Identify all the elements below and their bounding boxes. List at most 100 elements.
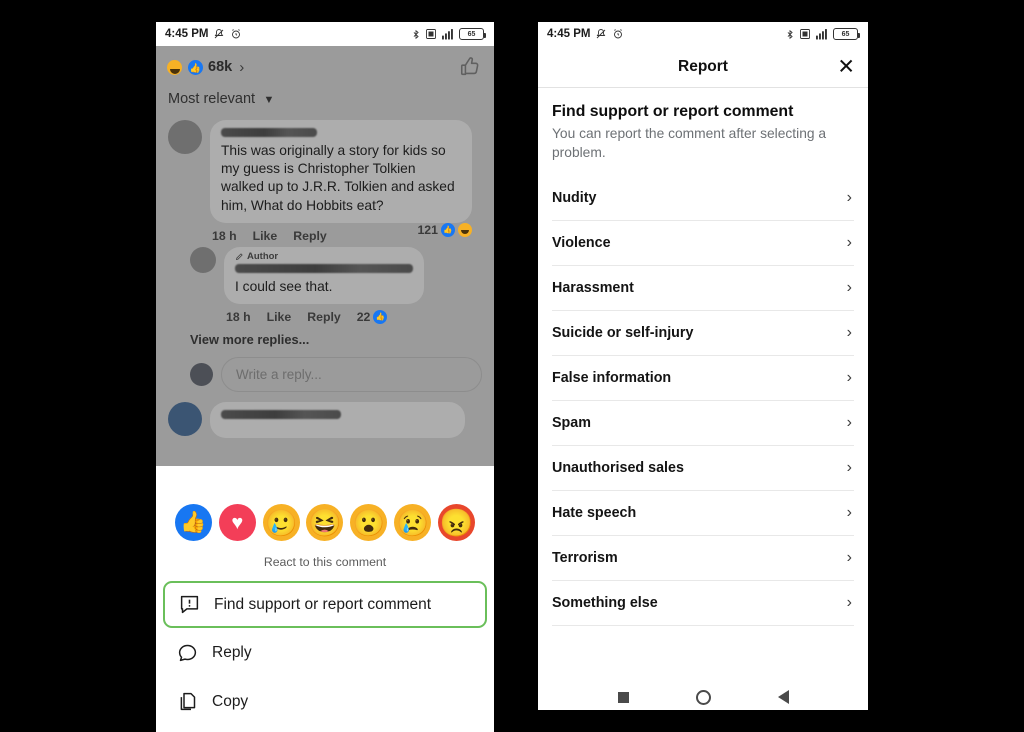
back-triangle-icon[interactable] (777, 690, 789, 704)
report-category-violence[interactable]: Violence › (552, 221, 854, 266)
status-time: 4:45 PM (547, 28, 591, 40)
chevron-right-icon: › (846, 189, 852, 206)
reaction-care-button[interactable] (262, 504, 300, 541)
battery-icon: 65 (459, 28, 486, 40)
reply-reply-button[interactable]: Reply (307, 310, 341, 324)
mute-icon (215, 29, 224, 39)
like-reaction-icon (373, 310, 388, 325)
redacted-author-name (221, 410, 341, 420)
avatar[interactable] (168, 120, 202, 154)
right-phone-screen: 4:45 PM 65 Report ✕ Find support or repo… (538, 22, 868, 710)
like-reaction-icon (187, 58, 204, 76)
close-icon[interactable]: ✕ (837, 56, 855, 77)
haha-reaction-icon (166, 58, 183, 76)
chevron-right-icon: › (846, 549, 852, 566)
battery-level: 65 (467, 30, 476, 38)
reaction-like-button[interactable] (175, 504, 212, 541)
category-label: Harassment (552, 280, 634, 296)
menu-item-hide-comment[interactable]: Hide comment (156, 726, 494, 732)
report-category-spam[interactable]: Spam › (552, 401, 854, 446)
reply-reaction-count-group[interactable]: 22 (357, 310, 388, 325)
chevron-right-icon: › (846, 414, 852, 431)
redacted-author-name (221, 128, 317, 137)
comment-like-button[interactable]: Like (253, 229, 278, 243)
report-header: Report ✕ (538, 46, 868, 88)
write-reply-input[interactable]: Write a reply... (221, 357, 482, 393)
thumbs-up-outline-icon[interactable] (459, 56, 481, 78)
status-time: 4:45 PM (165, 28, 209, 40)
reaction-wow-button[interactable] (350, 504, 388, 541)
avatar[interactable] (190, 246, 216, 273)
report-category-unauthorised-sales[interactable]: Unauthorised sales › (552, 446, 854, 491)
comment-timestamp: 18 h (212, 228, 237, 243)
status-bar-right-group: 65 (785, 28, 860, 41)
home-circle-icon[interactable] (695, 689, 711, 705)
comment-meta-row: 18 h Like Reply 121 (210, 222, 472, 243)
reaction-picker (156, 486, 494, 541)
comment-item: This was originally a story for kids so … (156, 116, 494, 243)
comment-reaction-count-group[interactable]: 121 (417, 222, 472, 237)
status-bar-left-group: 4:45 PM (165, 28, 242, 40)
menu-item-reply[interactable]: Reply (156, 628, 494, 677)
comment-reply-button[interactable]: Reply (293, 229, 327, 243)
comment-bubble: This was originally a story for kids so … (210, 120, 472, 223)
chevron-right-icon: › (846, 279, 852, 296)
category-label: False information (552, 370, 672, 386)
report-category-something-else[interactable]: Something else › (552, 581, 854, 626)
category-label: Spam (552, 415, 591, 431)
sort-label: Most relevant (168, 91, 256, 107)
alarm-icon (614, 29, 623, 39)
reply-timestamp: 18 h (226, 310, 251, 325)
report-category-terrorism[interactable]: Terrorism › (552, 536, 854, 581)
haha-reaction-icon (458, 222, 472, 237)
report-category-hate-speech[interactable]: Hate speech › (552, 491, 854, 536)
chevron-right-icon: › (846, 234, 852, 251)
speech-bubble-icon (178, 644, 197, 662)
android-navigation-bar (538, 684, 868, 710)
chevron-right-icon: › (846, 504, 852, 521)
category-label: Something else (552, 595, 658, 611)
chevron-down-icon: ▼ (263, 94, 275, 106)
author-badge-label: Author (247, 250, 279, 262)
avatar[interactable] (168, 402, 202, 437)
sort-selector[interactable]: Most relevant ▼ (156, 78, 494, 116)
category-label: Unauthorised sales (552, 460, 684, 476)
view-more-replies-button[interactable]: View more replies... (156, 324, 494, 347)
write-reply-row: Write a reply... (156, 347, 494, 393)
reaction-angry-button[interactable] (437, 504, 475, 541)
report-category-suicide-or-self-injury[interactable]: Suicide or self-injury › (552, 311, 854, 356)
sim-icon (426, 29, 436, 39)
author-badge: Author (235, 251, 413, 262)
report-category-harassment[interactable]: Harassment › (552, 266, 854, 311)
battery-icon: 65 (833, 28, 860, 40)
post-reactions-bar: 68k › (156, 46, 494, 78)
avatar[interactable] (190, 363, 213, 387)
comment-item-partial (156, 392, 494, 439)
alarm-icon (232, 29, 241, 39)
screenshot-stage: 4:45 PM 65 68k › (0, 0, 1024, 732)
comment-body: This was originally a story for kids so … (210, 120, 472, 243)
comment-bubble-partial (210, 402, 465, 439)
chevron-right-icon: › (846, 324, 852, 341)
recents-square-icon[interactable] (617, 691, 629, 703)
menu-item-find-support-or-report[interactable]: Find support or report comment (163, 581, 487, 628)
reaction-summary[interactable]: 68k › (166, 58, 244, 76)
report-category-false-information[interactable]: False information › (552, 356, 854, 401)
reaction-love-button[interactable] (218, 504, 256, 541)
reply-body: Author I could see that. 18 h Like Reply (224, 246, 424, 325)
reply-like-button[interactable]: Like (267, 310, 292, 324)
reaction-sad-button[interactable] (394, 504, 432, 541)
menu-item-label: Reply (212, 643, 252, 661)
comments-feed-dimmed: 68k › Most relevant ▼ This was originall… (156, 46, 494, 466)
mute-icon (597, 29, 606, 39)
bluetooth-icon (413, 29, 419, 39)
reaction-haha-button[interactable] (306, 504, 344, 541)
category-label: Suicide or self-injury (552, 325, 694, 341)
report-intro-subtitle: You can report the comment after selecti… (552, 126, 827, 160)
redacted-author-name (235, 263, 413, 273)
menu-item-copy[interactable]: Copy (156, 677, 494, 726)
category-label: Terrorism (552, 550, 618, 566)
reply-text: I could see that. (235, 278, 333, 294)
report-category-nudity[interactable]: Nudity › (552, 176, 854, 221)
like-reaction-icon (441, 222, 455, 237)
